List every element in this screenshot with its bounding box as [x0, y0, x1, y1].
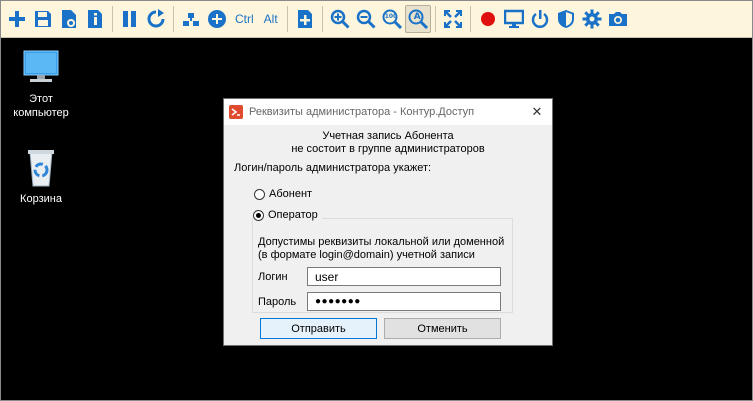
submit-button[interactable]: Отправить — [260, 318, 377, 339]
power-icon[interactable] — [527, 5, 553, 33]
credentials-hint: Допустимы реквизиты локальной или доменн… — [258, 236, 518, 262]
dialog-title: Реквизиты администратора - Контур.Доступ — [249, 106, 475, 118]
refresh-icon[interactable] — [143, 5, 169, 33]
radio-label: Оператор — [268, 209, 318, 221]
this-pc-icon — [23, 50, 59, 82]
message-line: Учетная запись Абонента — [322, 130, 454, 142]
remote-viewer-window: Ctrl Alt 100 A Этот компьютер Корзина Ре… — [0, 0, 753, 401]
hint-line: Допустимы реквизиты локальной или доменн… — [258, 236, 505, 248]
toolbar-separator — [173, 6, 174, 32]
toolbar-separator — [286, 6, 288, 32]
toolbar: Ctrl Alt 100 A — [1, 1, 752, 38]
radio-button-checked[interactable] — [253, 209, 264, 221]
dialog-prompt: Логин/пароль администратора укажет: — [234, 162, 432, 174]
login-label: Логин — [258, 271, 288, 283]
file-info-icon[interactable] — [82, 5, 108, 33]
app-logo-icon — [229, 105, 243, 119]
expand-icon[interactable] — [292, 5, 318, 33]
message-line: не состоит в группе администраторов — [291, 143, 485, 155]
zoom-out-icon[interactable] — [353, 5, 379, 33]
windows-key-icon[interactable] — [204, 5, 230, 33]
desktop-icon-this-pc[interactable]: Этот компьютер — [4, 48, 78, 120]
password-label: Пароль — [258, 296, 297, 308]
radio-subscriber[interactable]: Абонент — [254, 188, 312, 200]
dialog-message: Учетная запись Абонента не состоит в гру… — [224, 130, 552, 156]
zoom-auto-icon[interactable]: A — [404, 5, 431, 33]
close-icon[interactable]: ✕ — [522, 99, 552, 125]
desktop-icon-label: Этот — [29, 93, 53, 105]
ctrl-key[interactable]: Ctrl — [230, 5, 259, 33]
desktop-icon-recycle-bin[interactable]: Корзина — [4, 148, 78, 206]
zoom-100-icon[interactable]: 100 — [379, 5, 405, 33]
shield-icon[interactable] — [553, 5, 579, 33]
radio-button[interactable] — [254, 188, 265, 200]
add-icon[interactable] — [4, 5, 30, 33]
gear-icon[interactable] — [579, 5, 605, 33]
toolbar-separator — [112, 6, 113, 32]
save-icon[interactable] — [30, 5, 56, 33]
admin-credentials-dialog: Реквизиты администратора - Контур.Доступ… — [223, 98, 553, 346]
camera-icon[interactable] — [605, 5, 631, 33]
fullscreen-icon[interactable] — [440, 5, 466, 33]
file-settings-icon[interactable] — [56, 5, 82, 33]
recycle-bin-icon — [28, 150, 54, 187]
record-icon[interactable] — [475, 5, 501, 33]
network-icon[interactable] — [178, 5, 204, 33]
desktop-icon-label: компьютер — [13, 107, 69, 119]
monitor-icon[interactable] — [501, 5, 527, 33]
pause-icon[interactable] — [117, 5, 143, 33]
zoom-auto-label: A — [413, 12, 421, 22]
desktop-icon-label: Корзина — [20, 193, 62, 205]
zoom-in-icon[interactable] — [327, 5, 353, 33]
toolbar-separator — [434, 6, 436, 32]
password-field[interactable]: ●●●●●●● — [307, 292, 501, 311]
radio-operator[interactable]: Оператор — [253, 209, 322, 221]
login-field[interactable]: user — [307, 267, 501, 286]
radio-label: Абонент — [269, 188, 313, 200]
dialog-titlebar[interactable]: Реквизиты администратора - Контур.Доступ… — [224, 99, 552, 125]
alt-key[interactable]: Alt — [259, 5, 283, 33]
cancel-button[interactable]: Отменить — [384, 318, 501, 339]
toolbar-separator — [469, 6, 471, 32]
toolbar-separator — [321, 6, 323, 32]
hint-line: (в формате login@domain) учетной записи — [258, 249, 475, 261]
zoom-100-label: 100 — [384, 13, 398, 20]
